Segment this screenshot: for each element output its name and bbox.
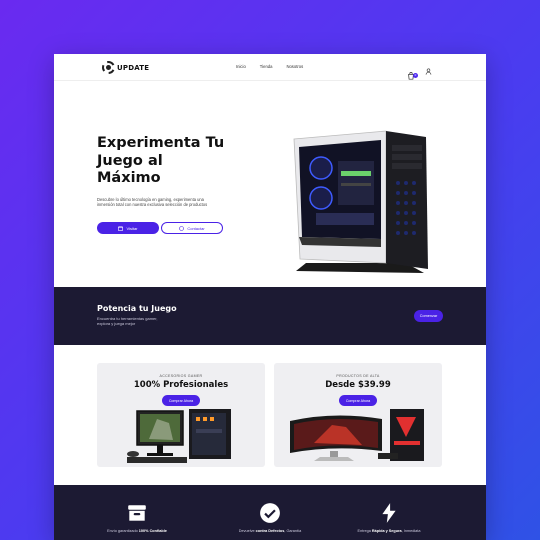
product-card-high-end[interactable]: PRODUCTOS DE ALTA Desde $39.99 Comprar A… bbox=[274, 363, 442, 467]
feature-delivery: Entrega Rápida y Segura, Inmediata bbox=[334, 501, 444, 533]
user-icon bbox=[425, 68, 432, 75]
hero-section: Experimenta Tu Juego al Máximo Descubre … bbox=[54, 81, 486, 287]
gaming-setup-image bbox=[127, 409, 231, 463]
main-nav: Inicio Tienda Nosotros bbox=[236, 64, 303, 69]
buy-now-button[interactable]: Comprar Ahora bbox=[162, 395, 200, 406]
product-card-accessories[interactable]: ACCESORIOS GAMER 100% Profesionales Comp… bbox=[97, 363, 265, 467]
contact-button[interactable]: Contactar bbox=[161, 222, 223, 234]
start-button[interactable]: Comenzar bbox=[414, 310, 443, 322]
hero-title: Experimenta Tu Juego al Máximo bbox=[97, 135, 225, 186]
header-icons: 0 bbox=[407, 62, 432, 80]
logo-text: UPDATE bbox=[117, 63, 150, 72]
feature-shipping-text: Envío garantizado 100% Confiable bbox=[107, 529, 167, 533]
user-account-button[interactable] bbox=[425, 62, 432, 80]
hero-description: Descubre lo último tecnología en gaming,… bbox=[97, 197, 208, 208]
gaming-pc-image bbox=[293, 130, 428, 273]
visit-button-label: Visitar bbox=[126, 225, 138, 231]
chat-icon bbox=[179, 225, 185, 231]
buy-now-button[interactable]: Comprar Ahora bbox=[339, 395, 377, 406]
features-band: Envío garantizado 100% Confiable Devuelv… bbox=[54, 485, 486, 540]
logo-gear-icon bbox=[102, 61, 115, 74]
card-title: 100% Profesionales bbox=[133, 380, 229, 390]
nav-item-tienda[interactable]: Tienda bbox=[260, 64, 273, 69]
webpage: UPDATE Inicio Tienda Nosotros 0 Experime… bbox=[54, 54, 486, 540]
cart-count-badge: 0 bbox=[413, 73, 418, 78]
visit-button[interactable]: Visitar bbox=[97, 222, 159, 234]
logo[interactable]: UPDATE bbox=[102, 60, 149, 75]
lightning-icon bbox=[382, 503, 396, 523]
check-circle-icon bbox=[260, 503, 280, 523]
card-eyebrow: ACCESORIOS GAMER bbox=[159, 374, 203, 378]
card-eyebrow: PRODUCTOS DE ALTA bbox=[336, 374, 380, 378]
feature-returns: Devuelve contra Defectos, Garantía bbox=[215, 501, 325, 533]
card-title: Desde $39.99 bbox=[325, 380, 391, 390]
nav-item-nosotros[interactable]: Nosotros bbox=[286, 64, 303, 69]
feature-shipping: Envío garantizado 100% Confiable bbox=[82, 501, 192, 533]
feature-delivery-text: Entrega Rápida y Segura, Inmediata bbox=[357, 529, 421, 533]
promo-band: Potencia tu Juego Encuentra tu herramien… bbox=[54, 287, 486, 345]
nav-item-inicio[interactable]: Inicio bbox=[236, 64, 246, 69]
feature-returns-text: Devuelve contra Defectos, Garantía bbox=[238, 529, 302, 533]
promo-subtitle: Encuentra tu herramientas gamer, explora… bbox=[97, 316, 158, 326]
gaming-monitor-pc-image bbox=[290, 409, 424, 461]
store-icon bbox=[118, 225, 124, 231]
promo-title: Potencia tu Juego bbox=[97, 304, 177, 313]
product-cards-section: ACCESORIOS GAMER 100% Profesionales Comp… bbox=[54, 345, 486, 485]
box-icon bbox=[128, 505, 146, 521]
site-header: UPDATE Inicio Tienda Nosotros 0 bbox=[54, 54, 486, 81]
cart-button[interactable]: 0 bbox=[407, 67, 418, 80]
contact-button-label: Contactar bbox=[187, 225, 205, 231]
